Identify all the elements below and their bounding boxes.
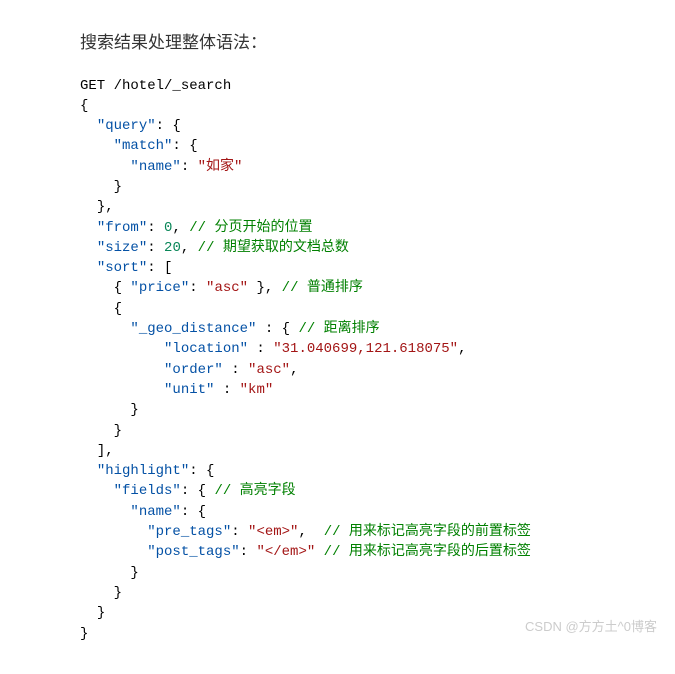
key-unit: "unit" <box>164 382 214 398</box>
key-post-tags: "post_tags" <box>147 544 239 560</box>
key-price: "price" <box>130 280 189 296</box>
val-size: 20 <box>164 240 181 256</box>
key-order: "order" <box>164 362 223 378</box>
request-line: GET /hotel/_search <box>80 78 231 94</box>
key-location: "location" <box>164 341 248 357</box>
key-geo: "_geo_distance" <box>130 321 256 337</box>
key-name2: "name" <box>130 504 180 520</box>
val-order: "asc" <box>248 362 290 378</box>
key-fields: "fields" <box>114 483 181 499</box>
key-size: "size" <box>97 240 147 256</box>
key-pre-tags: "pre_tags" <box>147 524 231 540</box>
key-match: "match" <box>114 138 173 154</box>
comment-post-tags: // 用来标记高亮字段的后置标签 <box>324 544 531 560</box>
key-from: "from" <box>97 220 147 236</box>
val-asc1: "asc" <box>206 280 248 296</box>
comment-from: // 分页开始的位置 <box>189 220 312 236</box>
val-post-tags: "</em>" <box>256 544 315 560</box>
val-pre-tags: "<em>" <box>248 524 298 540</box>
comment-size: // 期望获取的文档总数 <box>198 240 349 256</box>
key-name: "name" <box>130 159 180 175</box>
key-sort: "sort" <box>97 260 147 276</box>
val-location: "31.040699,121.618075" <box>273 341 458 357</box>
comment-highlight-fields: // 高亮字段 <box>214 483 295 499</box>
comment-distance-sort: // 距离排序 <box>298 321 379 337</box>
comment-pre-tags: // 用来标记高亮字段的前置标签 <box>324 524 531 540</box>
val-unit: "km" <box>240 382 274 398</box>
watermark: CSDN @方方土^0博客 <box>525 617 657 637</box>
comment-normal-sort: // 普通排序 <box>282 280 363 296</box>
key-highlight: "highlight" <box>97 463 189 479</box>
val-name: "如家" <box>198 159 243 175</box>
code-block: GET /hotel/_search { "query": { "match":… <box>80 76 595 644</box>
doc-title: 搜索结果处理整体语法： <box>80 30 595 56</box>
key-query: "query" <box>97 118 156 134</box>
